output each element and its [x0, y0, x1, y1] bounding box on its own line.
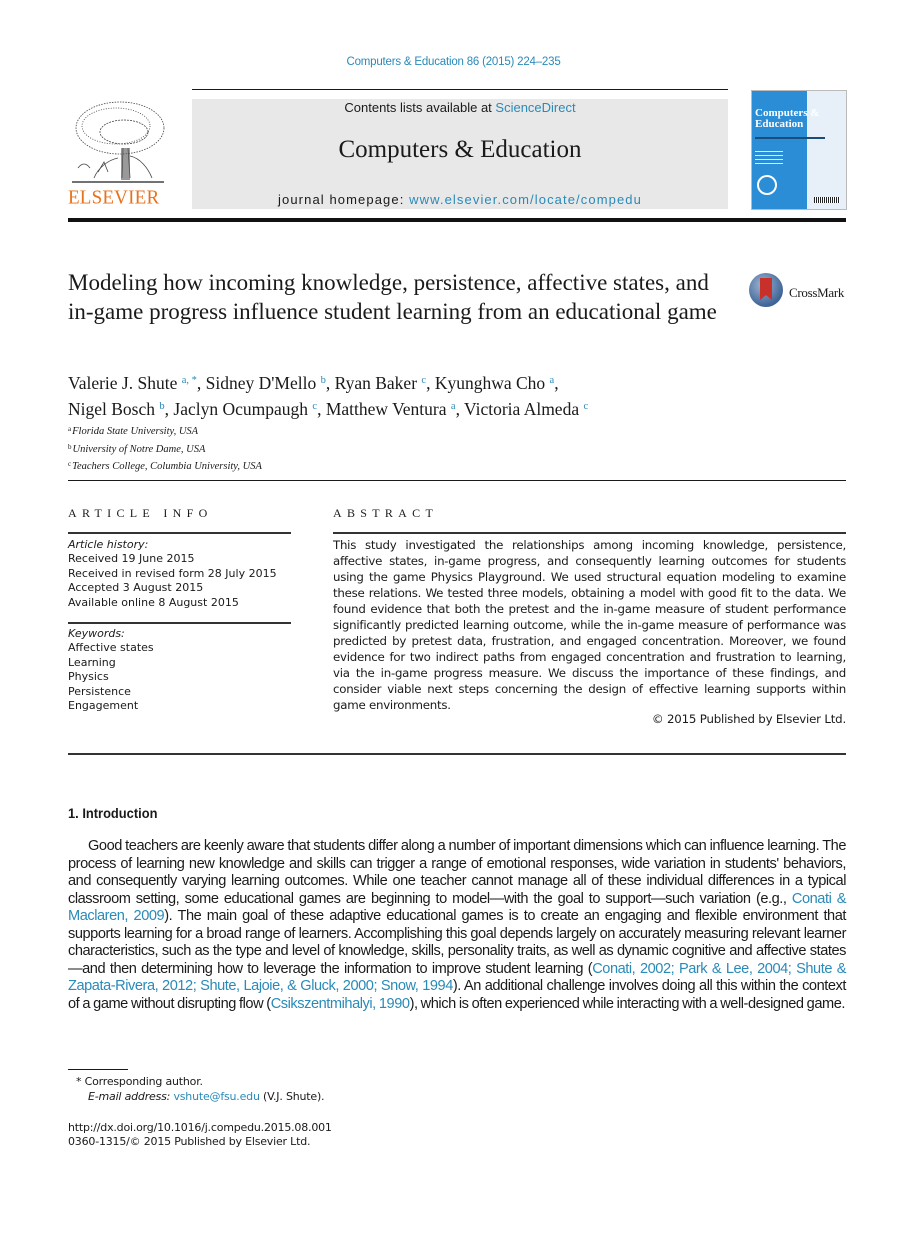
journal-cover-thumbnail[interactable]: Computers & Education	[751, 90, 847, 210]
header-bottom-rule	[68, 218, 846, 222]
affiliation: bUniversity of Notre Dame, USA	[68, 442, 206, 455]
abstract-copyright: © 2015 Published by Elsevier Ltd.	[651, 712, 846, 726]
article-info-heading: ARTICLE INFO	[68, 506, 213, 520]
affiliation-list: aFlorida State University, USA bUniversi…	[68, 422, 468, 475]
doi-link[interactable]: http://dx.doi.org/10.1016/j.compedu.2015…	[68, 1120, 332, 1135]
author[interactable]: Sidney D'Mello b	[206, 373, 326, 393]
journal-homepage-line: journal homepage: www.elsevier.com/locat…	[192, 192, 728, 207]
journal-homepage-link[interactable]: www.elsevier.com/locate/compedu	[409, 192, 642, 207]
email-suffix: (V.J. Shute).	[259, 1090, 325, 1103]
keywords: Keywords: Affective states Learning Phys…	[68, 627, 292, 713]
keyword: Learning	[68, 655, 116, 669]
footnote-rule	[68, 1069, 128, 1070]
paper-title: Modeling how incoming knowledge, persist…	[68, 270, 717, 324]
issn-copyright-line: 0360-1315/© 2015 Published by Elsevier L…	[68, 1135, 311, 1148]
intro-text: ), which is often experienced while inte…	[409, 995, 846, 1012]
keywords-label: Keywords:	[68, 627, 125, 640]
cover-title: Computers & Education	[755, 107, 820, 130]
affiliation: aFlorida State University, USA	[68, 425, 199, 437]
author[interactable]: Jaclyn Ocumpaugh c	[173, 399, 317, 419]
contents-available-line: Contents lists available at ScienceDirec…	[192, 100, 728, 115]
author[interactable]: Victoria Almeda c	[464, 399, 588, 419]
title-block-divider	[68, 480, 846, 481]
history-item: Received 19 June 2015	[68, 552, 195, 566]
elsevier-tree-icon	[72, 101, 165, 183]
abstract-rule	[333, 532, 846, 534]
elsevier-logo[interactable]: ELSEVIER	[68, 98, 170, 210]
email-link[interactable]: vshute@fsu.edu	[173, 1090, 259, 1103]
keyword: Persistence	[68, 684, 131, 698]
abstract-bottom-rule	[68, 753, 846, 755]
author-affiliation-sup[interactable]: c	[583, 401, 588, 412]
header-top-rule	[192, 89, 728, 90]
homepage-prefix: journal homepage:	[278, 192, 410, 207]
keywords-rule	[68, 622, 291, 624]
barcode-icon	[814, 197, 840, 203]
author[interactable]: Kyunghwa Cho a	[435, 373, 554, 393]
article-history-label: Article history:	[68, 538, 149, 551]
author-affiliation-sup[interactable]: a, *	[182, 375, 197, 386]
elsevier-wordmark: ELSEVIER	[68, 186, 160, 209]
history-item: Available online 8 August 2015	[68, 595, 239, 609]
keyword: Engagement	[68, 699, 139, 713]
abstract-heading: ABSTRACT	[333, 506, 439, 520]
author[interactable]: Valerie J. Shute a, *	[68, 373, 197, 393]
crossmark-badge[interactable]: CrossMark	[749, 273, 849, 313]
email-note: E-mail address: vshute@fsu.edu (V.J. Shu…	[88, 1089, 325, 1104]
contents-prefix: Contents lists available at	[344, 100, 496, 115]
cover-seal-icon	[757, 175, 777, 195]
author[interactable]: Nigel Bosch b	[68, 399, 165, 419]
sciencedirect-link[interactable]: ScienceDirect	[495, 100, 575, 115]
section-heading-introduction: 1. Introduction	[68, 805, 158, 821]
journal-citation-link[interactable]: Computers & Education 86 (2015) 224–235	[0, 56, 907, 68]
citation-link[interactable]: Csikszentmihalyi, 1990	[271, 996, 410, 1012]
corresponding-author-note: * Corresponding author.	[76, 1075, 203, 1088]
author[interactable]: Matthew Ventura a	[326, 399, 456, 419]
cover-editors-lines	[755, 151, 783, 165]
journal-title: Computers & Education	[338, 136, 582, 163]
email-label: E-mail address:	[88, 1090, 174, 1103]
history-item: Accepted 3 August 2015	[68, 581, 204, 595]
author-list: Valerie J. Shute a, *, Sidney D'Mello b,…	[68, 373, 589, 419]
article-history: Article history: Received 19 June 2015 R…	[68, 538, 292, 610]
keyword: Affective states	[68, 641, 154, 655]
affiliation: cTeachers College, Columbia University, …	[68, 460, 262, 473]
crossmark-label: CrossMark	[789, 285, 845, 300]
introduction-paragraph: Good teachers are keenly aware that stud…	[68, 838, 846, 1013]
cover-subtitle-bar	[755, 137, 825, 139]
article-info-rule	[68, 532, 291, 534]
abstract-text: This study investigated the relationship…	[333, 538, 846, 712]
intro-text: Good teachers are keenly aware that stud…	[68, 838, 846, 907]
history-item: Received in revised form 28 July 2015	[68, 566, 277, 580]
keyword: Physics	[68, 670, 109, 684]
author[interactable]: Ryan Baker c	[335, 373, 426, 393]
